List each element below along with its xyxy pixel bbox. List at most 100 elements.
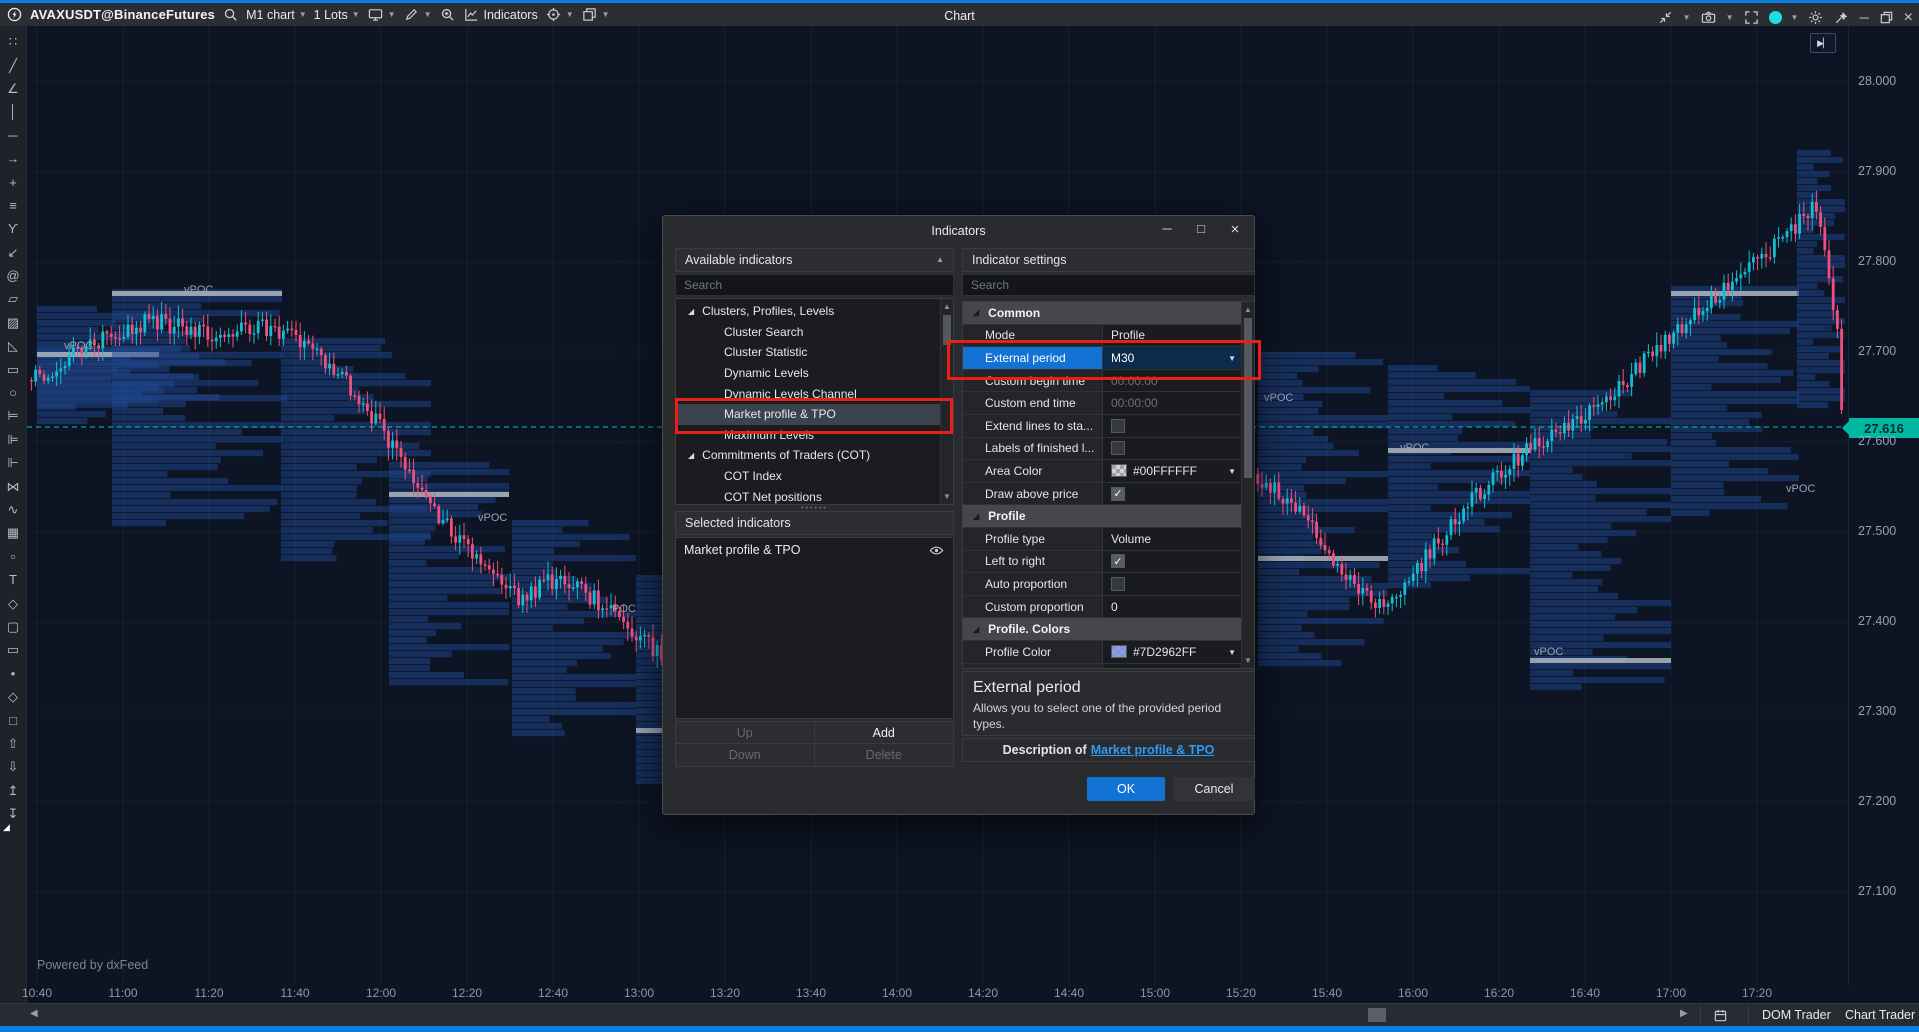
setting-row-mode[interactable]: ModeProfile [963, 325, 1243, 348]
timeframe-selector[interactable]: M1 chart▼ [246, 8, 307, 22]
dialog-minimize-button[interactable]: ─ [1158, 221, 1176, 238]
vertical-line-icon[interactable]: │ [0, 100, 27, 123]
tree-expand-icon[interactable]: ◢ [688, 451, 694, 460]
volume-levels-icon[interactable]: ⊨ [0, 404, 27, 427]
zigzag-icon[interactable]: ∿ [0, 498, 27, 521]
arrow-mark-icon[interactable]: ↙ [0, 241, 27, 264]
scroll-down-icon[interactable]: ▼ [1242, 656, 1254, 665]
rounded-rect-icon[interactable]: ▭ [0, 638, 27, 661]
setting-row-profile[interactable]: ◢Profile [963, 505, 1243, 528]
dialog-titlebar[interactable]: Indicators ─ □ × [663, 216, 1254, 246]
pitchfork-icon[interactable]: ϒ [0, 217, 27, 240]
dialog-maximize-button[interactable]: □ [1192, 221, 1210, 238]
scroll-right-arrow[interactable]: ▶ [1680, 1008, 1688, 1019]
indicator-tree-item[interactable]: Dynamic Levels [676, 363, 942, 384]
setting-value[interactable]: ✓ [1102, 483, 1243, 505]
settings-scrollbar[interactable]: ▲ ▼ [1241, 302, 1254, 668]
minimize-button[interactable]: ─ [1859, 11, 1868, 24]
checkbox[interactable] [1111, 419, 1125, 433]
scroll-down-icon[interactable]: ▼ [941, 492, 953, 501]
checkbox[interactable] [1111, 577, 1125, 591]
checkbox[interactable] [1111, 441, 1125, 455]
scrollbar-thumb[interactable] [1368, 1008, 1386, 1022]
ok-button[interactable]: OK [1087, 777, 1165, 801]
delete-button[interactable]: Delete [815, 744, 954, 766]
trend-line-icon[interactable]: ╱ [0, 53, 27, 76]
setting-value[interactable]: ✓ [1102, 551, 1243, 573]
restore-button[interactable] [1878, 9, 1895, 26]
toolbar-expand-corner[interactable]: ◢ [3, 822, 10, 833]
setting-row-profile-type[interactable]: Profile typeVolume [963, 528, 1243, 551]
setting-value[interactable]: #00FF5252▼ [1102, 664, 1243, 670]
drawing-tools-button[interactable]: ▼ [403, 6, 432, 23]
square-marker-icon[interactable]: □ [0, 708, 27, 731]
group-collapse-icon[interactable]: ◢ [973, 625, 979, 634]
up-button[interactable]: Up [676, 722, 815, 744]
chart-trader-button[interactable]: Chart Trader [1845, 1008, 1915, 1022]
ellipse-icon[interactable]: ○ [0, 381, 27, 404]
selected-indicator-row[interactable]: Market profile & TPO [676, 538, 953, 562]
indicator-tree-item[interactable]: Cluster Search [676, 322, 942, 343]
grid-pattern-icon[interactable]: ▦ [0, 521, 27, 544]
setting-row-labels-of-finished-l[interactable]: Labels of finished l... [963, 438, 1243, 461]
dot-marker-icon[interactable]: • [0, 662, 27, 685]
symbol-selector[interactable]: AVAXUSDT@BinanceFutures [30, 7, 215, 22]
layout-selector[interactable]: ▼ [581, 6, 610, 23]
ray-icon[interactable]: → [0, 147, 27, 170]
cross-icon[interactable]: + [0, 170, 27, 193]
checkbox[interactable]: ✓ [1111, 554, 1125, 568]
tag-icon[interactable]: ◇ [0, 591, 27, 614]
zoom-in-icon[interactable] [439, 6, 456, 23]
scroll-left-arrow[interactable]: ◀ [30, 1008, 38, 1019]
setting-row-external-period[interactable]: External periodM30▼ [963, 347, 1243, 370]
indicator-tree-item[interactable]: Maximum Levels [676, 425, 942, 446]
setting-row-auto-proportion[interactable]: Auto proportion [963, 573, 1243, 596]
rectangle-icon[interactable]: ▭ [0, 357, 27, 380]
chevron-down-icon[interactable]: ▼ [1791, 14, 1799, 22]
cancel-button[interactable]: Cancel [1173, 777, 1255, 801]
setting-value[interactable]: 00:00:00 [1102, 370, 1243, 392]
parallel-lines-icon[interactable]: ≡ [0, 194, 27, 217]
dropdown-caret-icon[interactable]: ▼ [1228, 354, 1236, 363]
ruler-icon[interactable]: ▱ [0, 287, 27, 310]
setting-value[interactable]: Profile [1102, 325, 1243, 347]
setting-row-draw-above-price[interactable]: Draw above price✓ [963, 483, 1243, 506]
horizontal-line-icon[interactable]: ─ [0, 124, 27, 147]
indicator-tree-item[interactable]: COT Index [676, 466, 942, 487]
price-axis[interactable]: 27.616 28.00027.90027.80027.70027.60027.… [1848, 26, 1919, 985]
available-indicators-header[interactable]: Available indicators ▲ [675, 248, 954, 272]
price-levels-icon[interactable]: ⊫ [0, 428, 27, 451]
search-icon[interactable] [222, 6, 239, 23]
available-list-scrollbar[interactable]: ▲ ▼ [940, 299, 953, 504]
dropdown-caret-icon[interactable]: ▼ [1228, 648, 1236, 657]
group-collapse-icon[interactable]: ◢ [973, 512, 979, 521]
chevron-down-icon[interactable]: ▼ [1683, 14, 1691, 22]
camera-icon[interactable] [1700, 9, 1717, 26]
lots-selector[interactable]: 1 Lots▼ [314, 8, 360, 22]
text-tool-icon[interactable]: T [0, 568, 27, 591]
go-to-latest-button[interactable]: ▶▏ [1810, 33, 1836, 53]
color-swatch[interactable] [1111, 645, 1127, 658]
setting-row-extend-lines-to-sta[interactable]: Extend lines to sta... [963, 415, 1243, 438]
scroll-up-icon[interactable]: ▲ [941, 302, 953, 311]
hatch-channel-icon[interactable]: ▨ [0, 311, 27, 334]
chevron-down-icon[interactable]: ▼ [1726, 14, 1734, 22]
tree-expand-icon[interactable]: ◢ [688, 307, 694, 316]
setting-value[interactable]: 0 [1102, 596, 1243, 618]
triangle-icon[interactable]: ◺ [0, 334, 27, 357]
setting-value[interactable] [1102, 438, 1243, 460]
diamond-marker-icon[interactable]: ◇ [0, 685, 27, 708]
chart-style-selector[interactable]: ▼ [367, 6, 396, 23]
setting-row-custom-end-time[interactable]: Custom end time00:00:00 [963, 392, 1243, 415]
setting-value[interactable]: Volume [1102, 528, 1243, 550]
dropdown-caret-icon[interactable]: ▼ [1228, 467, 1236, 476]
setting-value[interactable]: #00FFFFFF▼ [1102, 460, 1243, 482]
add-button[interactable]: Add [815, 722, 954, 744]
dotted-rect-icon[interactable]: ▫ [0, 545, 27, 568]
arrow-up-bar-icon[interactable]: ↥ [0, 779, 27, 802]
collapse-icon[interactable] [1657, 9, 1674, 26]
group-collapse-icon[interactable]: ◢ [973, 308, 979, 317]
setting-row-common[interactable]: ◢Common [963, 302, 1243, 325]
setting-value[interactable]: M30▼ [1102, 347, 1243, 369]
settings-search-input[interactable]: Search [962, 274, 1255, 296]
